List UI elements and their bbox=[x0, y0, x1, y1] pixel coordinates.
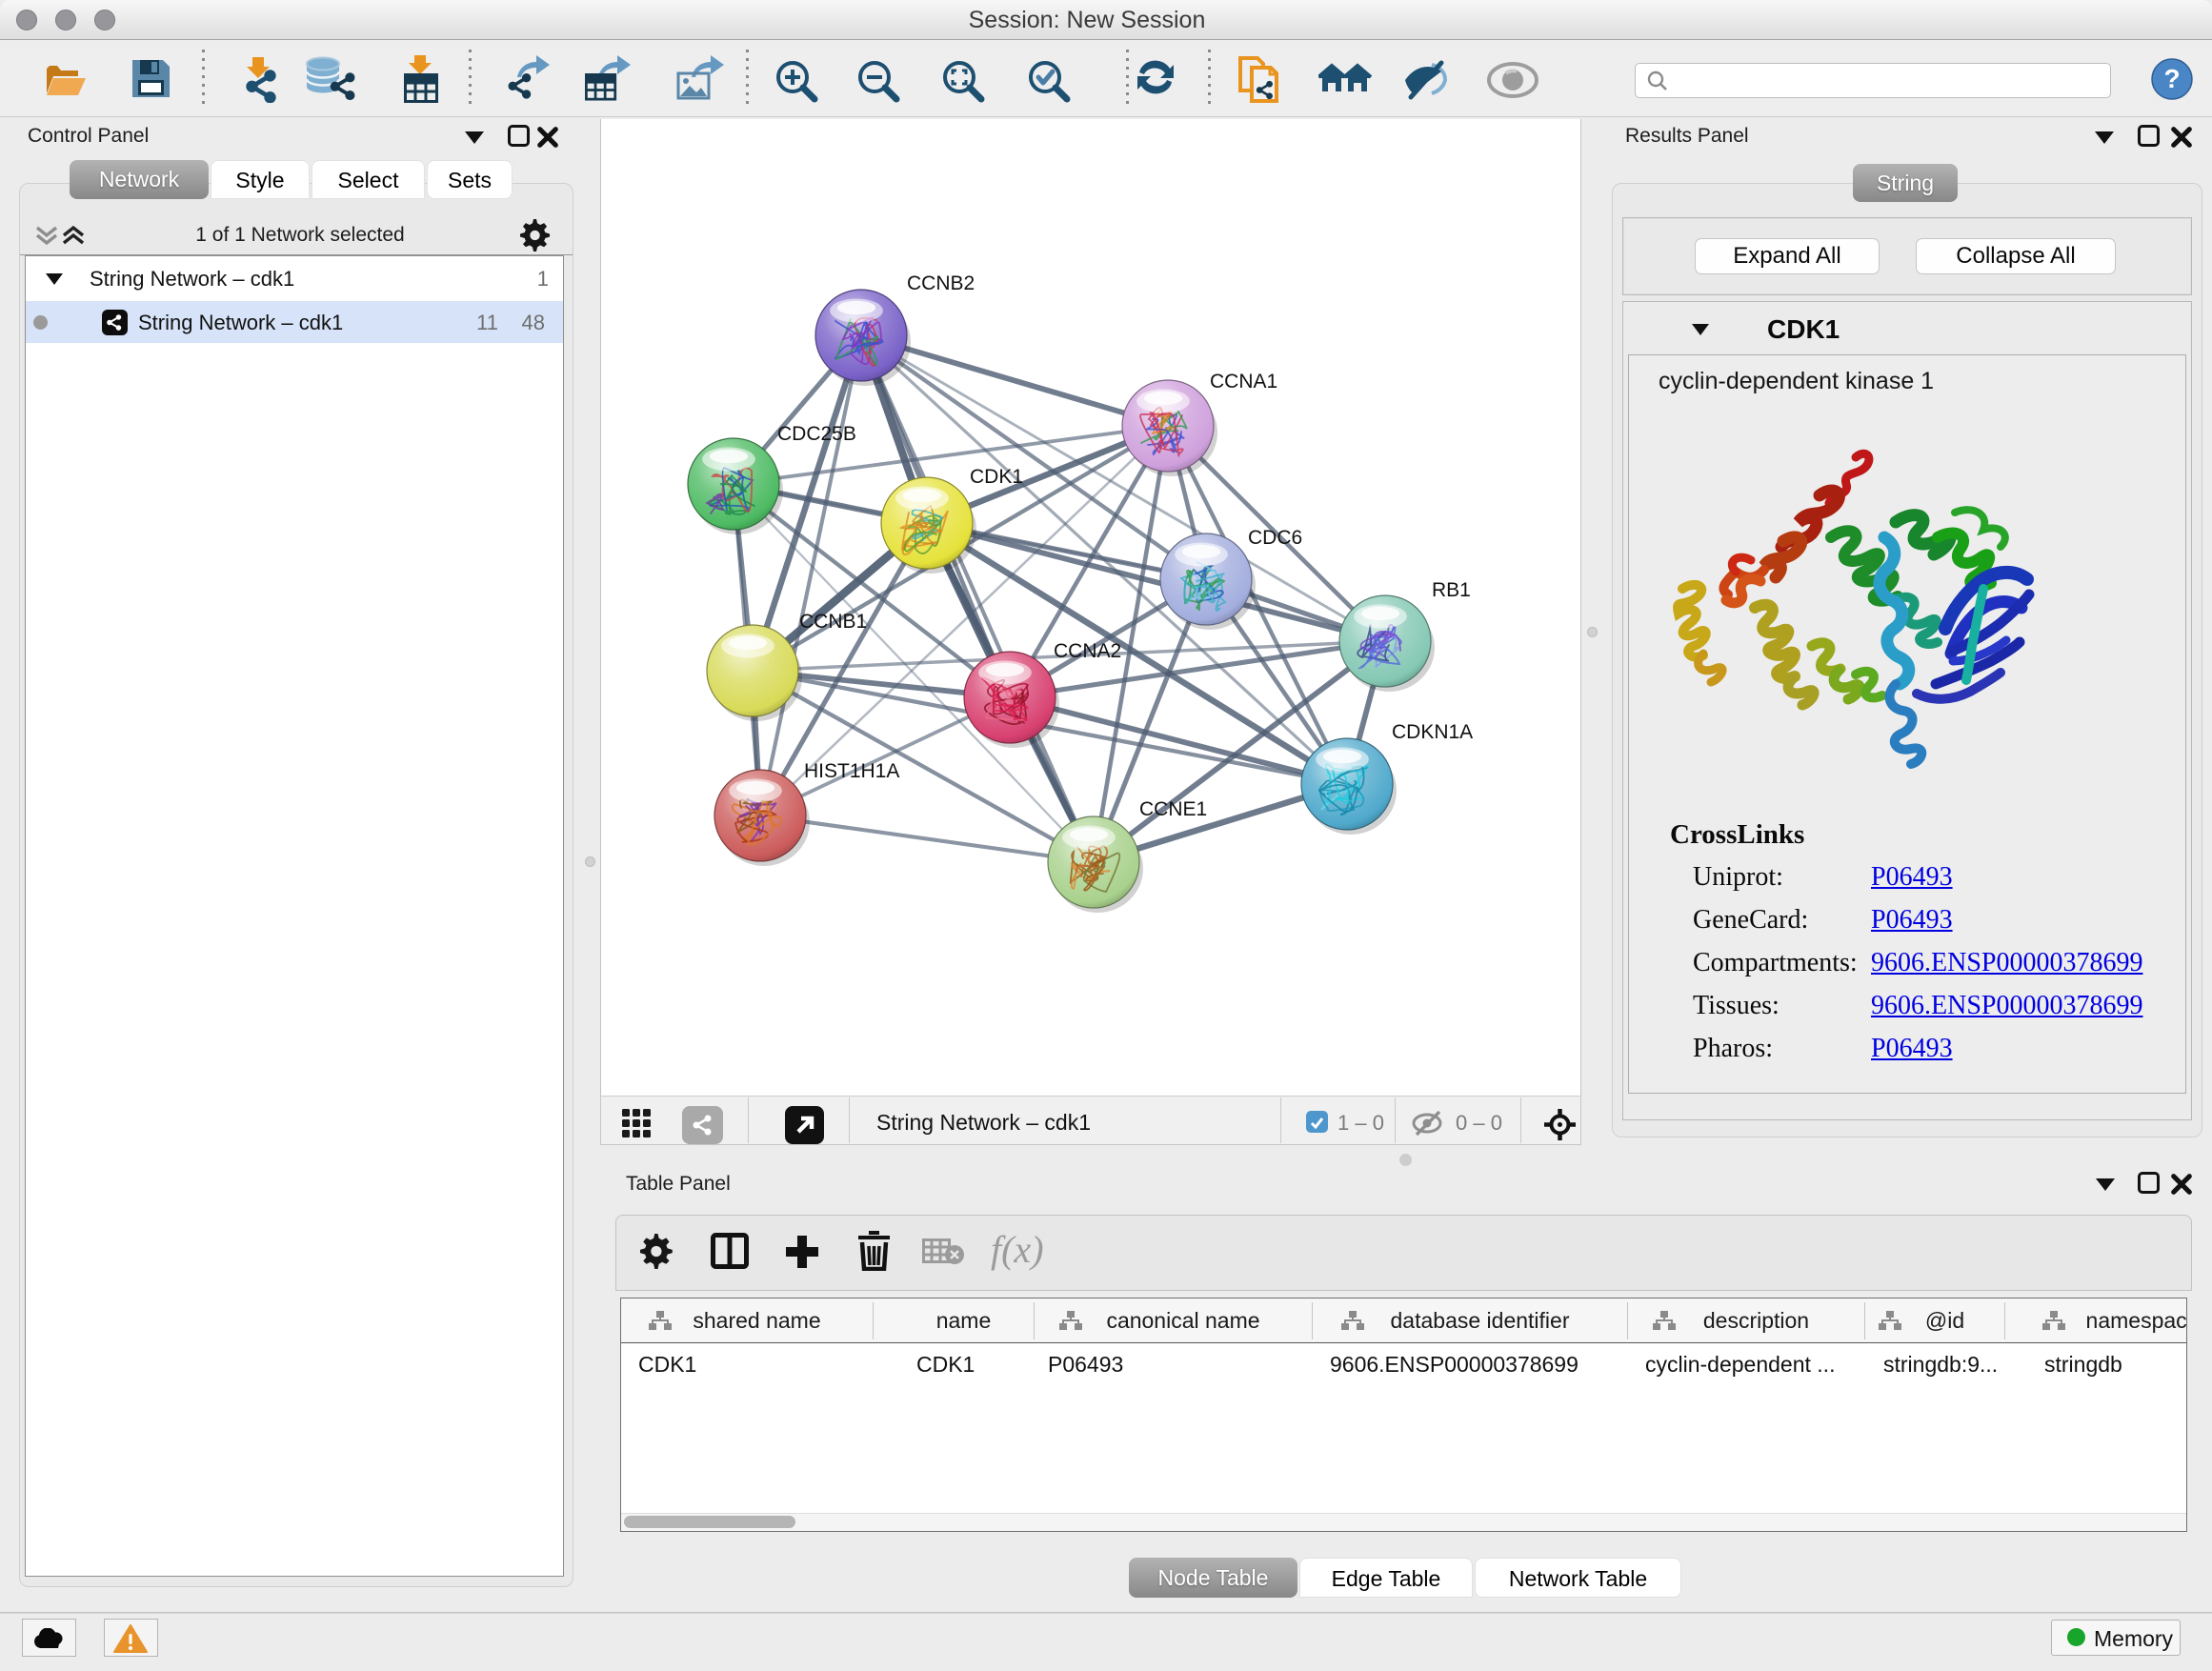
svg-text:CCNE1: CCNE1 bbox=[1139, 798, 1207, 820]
svg-text:CCNB1: CCNB1 bbox=[799, 611, 867, 633]
svg-text:CCNB2: CCNB2 bbox=[907, 272, 975, 294]
svg-text:CCNA2: CCNA2 bbox=[1054, 640, 1121, 662]
svg-text:CDC6: CDC6 bbox=[1248, 527, 1302, 549]
svg-text:RB1: RB1 bbox=[1432, 579, 1471, 601]
svg-text:HIST1H1A: HIST1H1A bbox=[804, 760, 899, 782]
svg-text:CDC25B: CDC25B bbox=[777, 423, 856, 445]
svg-text:CDKN1A: CDKN1A bbox=[1392, 721, 1473, 743]
svg-text:?: ? bbox=[2163, 64, 2180, 93]
svg-text:CDK1: CDK1 bbox=[970, 466, 1023, 488]
svg-text:CCNA1: CCNA1 bbox=[1210, 371, 1277, 393]
